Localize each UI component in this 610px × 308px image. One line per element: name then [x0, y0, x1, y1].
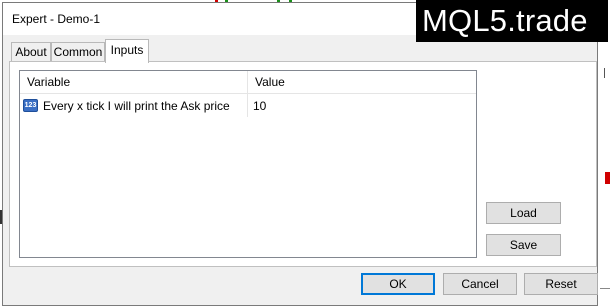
variable-cell: Every x tick I will print the Ask price [43, 99, 230, 113]
red-candle-mark [605, 172, 610, 184]
reset-button[interactable]: Reset [524, 273, 598, 295]
save-button[interactable]: Save [486, 234, 561, 256]
tab-common[interactable]: Common [51, 42, 105, 62]
column-divider[interactable] [247, 71, 248, 95]
ok-button[interactable]: OK [361, 273, 435, 295]
background-chart [600, 0, 610, 308]
table-header: Variable Value [20, 71, 476, 94]
load-button[interactable]: Load [486, 202, 561, 224]
watermark-logo: MQL5.trade [416, 0, 608, 42]
table-row[interactable]: 123 Every x tick I will print the Ask pr… [20, 95, 476, 117]
cancel-button[interactable]: Cancel [443, 273, 517, 295]
tab-inputs[interactable]: Inputs [105, 39, 149, 63]
window-title: Expert - Demo-1 [12, 12, 101, 26]
value-cell[interactable]: 10 [253, 95, 266, 117]
inputs-table[interactable]: Variable Value 123 Every x tick I will p… [19, 70, 477, 258]
integer-type-icon: 123 [23, 99, 38, 112]
column-header-variable[interactable]: Variable [20, 71, 247, 93]
tab-about[interactable]: About [11, 42, 51, 62]
column-header-value[interactable]: Value [248, 71, 476, 93]
